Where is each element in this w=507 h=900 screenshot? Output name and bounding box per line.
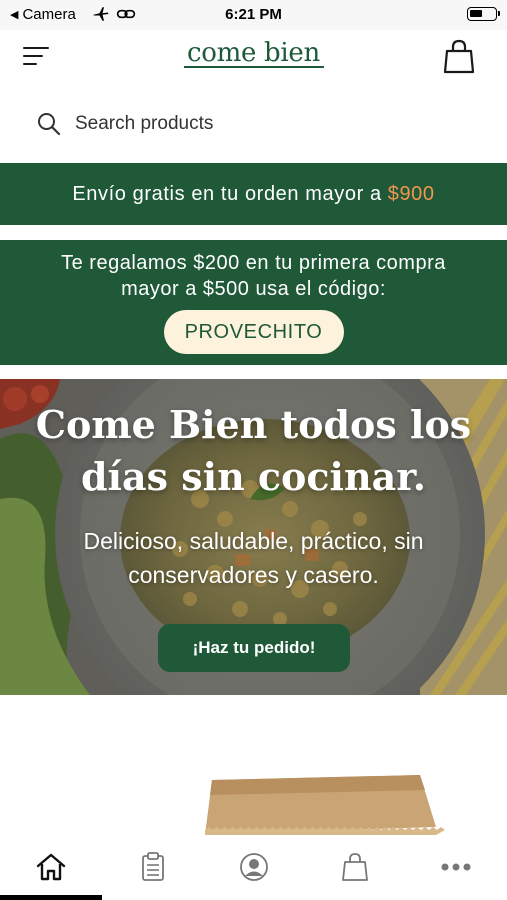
brand-logo[interactable]: come bien xyxy=(0,38,507,68)
clipboard-icon xyxy=(142,852,164,881)
tab-home[interactable] xyxy=(31,847,71,887)
active-tab-indicator xyxy=(0,895,102,900)
more-icon xyxy=(441,863,471,871)
app-header: come bien xyxy=(0,30,507,86)
home-icon xyxy=(36,853,66,881)
coupon-code-pill[interactable]: PROVECHITO xyxy=(163,310,344,354)
status-bar: ◀ Camera 6:21 PM xyxy=(0,0,507,30)
hero-banner: Come Bien todos los días sin cocinar. De… xyxy=(0,379,507,695)
shopping-bag-icon xyxy=(443,39,475,74)
battery-icon xyxy=(467,7,500,21)
coupon-text-line2: mayor a $500 usa el código: xyxy=(121,278,386,300)
free-shipping-amount: $900 xyxy=(387,182,435,205)
hero-title-line1: Come Bien todos los xyxy=(35,402,472,447)
bottom-tab-bar xyxy=(0,835,507,900)
logo-text: come bien xyxy=(187,38,320,68)
coupon-banner: Te regalamos $200 en tu primera compra m… xyxy=(0,240,507,365)
account-icon xyxy=(240,853,268,881)
shopping-bag-icon xyxy=(342,853,368,881)
status-time: 6:21 PM xyxy=(225,6,282,23)
hero-subtitle-line1: Delicioso, saludable, práctico, sin xyxy=(83,528,424,554)
coupon-text-line1: Te regalamos $200 en tu primera compra xyxy=(61,252,446,274)
free-shipping-text: Envío gratis en tu orden mayor a xyxy=(72,182,382,205)
search-icon xyxy=(38,113,61,136)
product-section xyxy=(0,695,507,835)
tab-orders[interactable] xyxy=(133,847,173,887)
free-shipping-banner: Envío gratis en tu orden mayor a $900 xyxy=(0,163,507,225)
hero-title-line2: días sin cocinar. xyxy=(80,454,426,499)
paper-bag-image xyxy=(205,775,445,835)
tab-more[interactable] xyxy=(436,847,476,887)
hero-title: Come Bien todos los días sin cocinar. xyxy=(0,399,507,503)
search-input[interactable]: Search products xyxy=(75,113,213,135)
cart-button[interactable] xyxy=(443,39,475,75)
hero-subtitle: Delicioso, saludable, práctico, sin cons… xyxy=(0,524,507,592)
search-bar[interactable]: Search products xyxy=(0,98,507,150)
hero-subtitle-line2: conservadores y casero. xyxy=(128,562,379,588)
tab-cart[interactable] xyxy=(335,847,375,887)
tab-account[interactable] xyxy=(234,847,274,887)
order-now-button[interactable]: ¡Haz tu pedido! xyxy=(158,624,350,672)
